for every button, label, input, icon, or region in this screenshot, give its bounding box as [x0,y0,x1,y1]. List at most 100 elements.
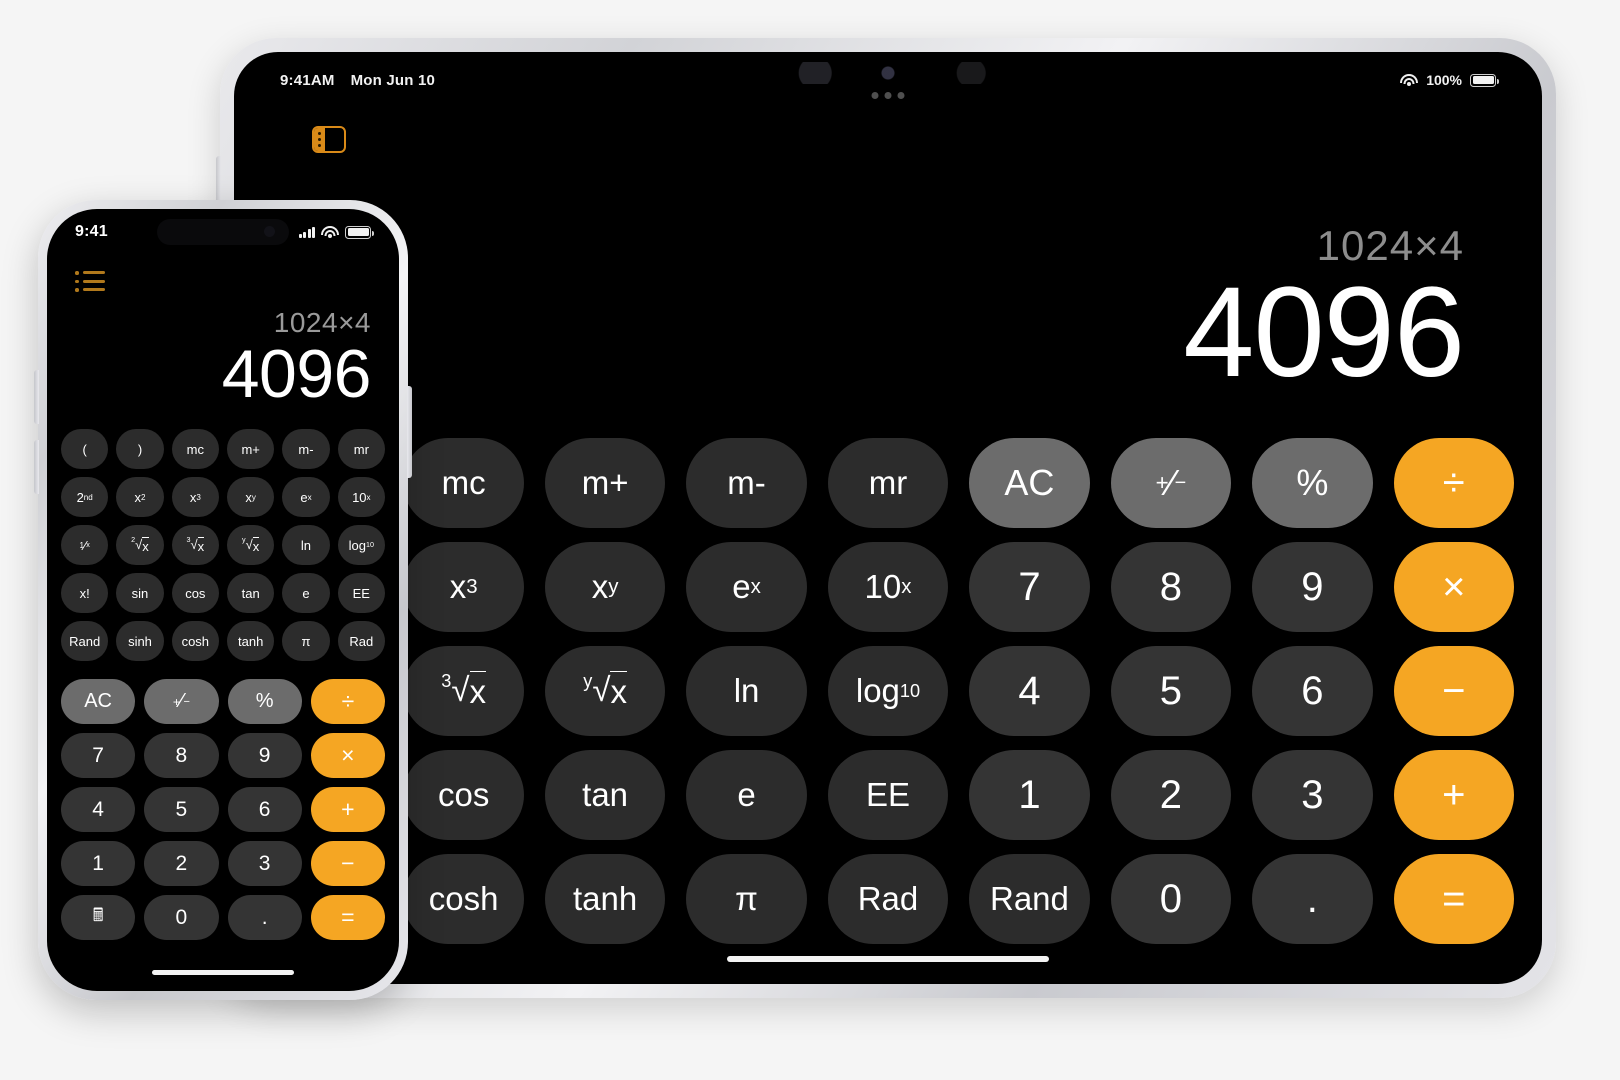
sidebar-toggle-icon[interactable] [312,126,346,153]
key-7[interactable]: 7 [61,733,136,778]
key-e-power-x[interactable]: ex [686,542,807,632]
key-x-cubed[interactable]: x3 [171,477,219,517]
key-y-root[interactable]: y √ x [226,525,275,565]
key-pi[interactable]: π [686,854,807,944]
ipad-home-indicator[interactable] [727,956,1049,962]
key-subtract[interactable]: − [310,841,385,886]
key-sinh[interactable]: sinh [116,621,164,661]
key-cos[interactable]: cos [171,573,219,613]
key-open-paren[interactable]: ( [61,429,109,469]
key-e[interactable]: e [282,573,330,613]
key-rad[interactable]: Rad [337,621,385,661]
key-percent[interactable]: % [1252,438,1373,528]
key-multiply[interactable]: × [1393,542,1514,632]
key-5[interactable]: 5 [1110,646,1232,736]
key-x-power-y[interactable]: xy [544,542,666,632]
key-6[interactable]: 6 [227,787,302,832]
key-all-clear[interactable]: AC [61,679,136,724]
key-log10[interactable]: log 10 [337,525,385,565]
key-ln[interactable]: ln [282,525,330,565]
key-ee[interactable]: EE [827,750,949,840]
key-cos[interactable]: cos [403,750,524,840]
key-2[interactable]: 2 [1110,750,1232,840]
key-m-minus[interactable]: m- [686,438,807,528]
ipad-status-time: 9:41AM [280,71,335,89]
iphone-volume-down-button[interactable] [34,440,39,494]
key-8[interactable]: 8 [1110,542,1232,632]
key-reciprocal[interactable]: 1 ⁄ x [61,525,109,565]
key-decimal[interactable]: . [227,895,302,940]
iphone-volume-up-button[interactable] [34,370,39,424]
key-square-root[interactable]: 2√x [116,525,164,565]
key-pi[interactable]: π [282,621,330,661]
key-ee[interactable]: EE [337,573,385,613]
key-mc[interactable]: mc [403,438,524,528]
key-tan[interactable]: tan [226,573,275,613]
key-3[interactable]: 3 [227,841,302,886]
key-add[interactable]: + [310,787,385,832]
key-tan[interactable]: tan [544,750,666,840]
key-y-root[interactable]: y √ x [544,646,666,736]
key-ten-power-x[interactable]: 10 x [337,477,385,517]
key-6[interactable]: 6 [1252,646,1373,736]
key-equals[interactable]: = [310,895,385,940]
key-factorial[interactable]: x! [61,573,109,613]
key-cosh[interactable]: cosh [403,854,524,944]
key-all-clear[interactable]: AC [969,438,1090,528]
key-2[interactable]: 2 [144,841,219,886]
key-ln[interactable]: ln [686,646,807,736]
iphone-home-indicator[interactable] [152,970,294,975]
key-9[interactable]: 9 [227,733,302,778]
key-sign-toggle[interactable]: + ⁄ − [1110,438,1232,528]
key-x-power-y[interactable]: xy [226,477,275,517]
key-subtract[interactable]: − [1393,646,1514,736]
key-cube-root[interactable]: 3 √ x [403,646,524,736]
key-percent[interactable]: % [227,679,302,724]
key-second-function[interactable]: 2nd [61,477,109,517]
key-decimal[interactable]: . [1252,854,1373,944]
key-9[interactable]: 9 [1252,542,1373,632]
key-divide[interactable]: ÷ [1393,438,1514,528]
key-mc[interactable]: mc [171,429,219,469]
key-close-paren[interactable]: ) [116,429,164,469]
key-0[interactable]: 0 [1110,854,1232,944]
key-cube-root[interactable]: 3 √ x [171,525,219,565]
key-m-plus[interactable]: m+ [226,429,275,469]
list-menu-icon[interactable] [75,271,105,292]
key-e[interactable]: e [686,750,807,840]
key-8[interactable]: 8 [144,733,219,778]
key-add[interactable]: + [1393,750,1514,840]
key-4[interactable]: 4 [61,787,136,832]
iphone-power-button[interactable] [407,386,412,478]
key-ten-power-x[interactable]: 10 x [827,542,949,632]
key-calculator-mode[interactable]: 🖩 [61,895,136,940]
key-tanh[interactable]: tanh [544,854,666,944]
key-equals[interactable]: = [1393,854,1514,944]
key-sin[interactable]: sin [116,573,164,613]
key-0[interactable]: 0 [144,895,219,940]
key-mr[interactable]: mr [337,429,385,469]
key-m-plus[interactable]: m+ [544,438,666,528]
key-1[interactable]: 1 [969,750,1090,840]
ipad-status-bar: 9:41AM Mon Jun 10 100% [234,52,1542,108]
key-tanh[interactable]: tanh [226,621,275,661]
key-5[interactable]: 5 [144,787,219,832]
key-x-squared[interactable]: x2 [116,477,164,517]
key-multiply[interactable]: × [310,733,385,778]
key-3[interactable]: 3 [1252,750,1373,840]
multitask-ellipsis-icon[interactable] [871,92,905,99]
key-divide[interactable]: ÷ [310,679,385,724]
key-x-cubed[interactable]: x3 [403,542,524,632]
key-m-minus[interactable]: m- [282,429,330,469]
key-7[interactable]: 7 [969,542,1090,632]
key-rand[interactable]: Rand [61,621,109,661]
key-cosh[interactable]: cosh [171,621,219,661]
key-1[interactable]: 1 [61,841,136,886]
key-mr[interactable]: mr [827,438,949,528]
key-rad[interactable]: Rad [827,854,949,944]
key-e-power-x[interactable]: ex [282,477,330,517]
key-rand[interactable]: Rand [969,854,1090,944]
key-4[interactable]: 4 [969,646,1090,736]
key-sign-toggle[interactable]: + ⁄ − [144,679,219,724]
key-log10[interactable]: log 10 [827,646,949,736]
